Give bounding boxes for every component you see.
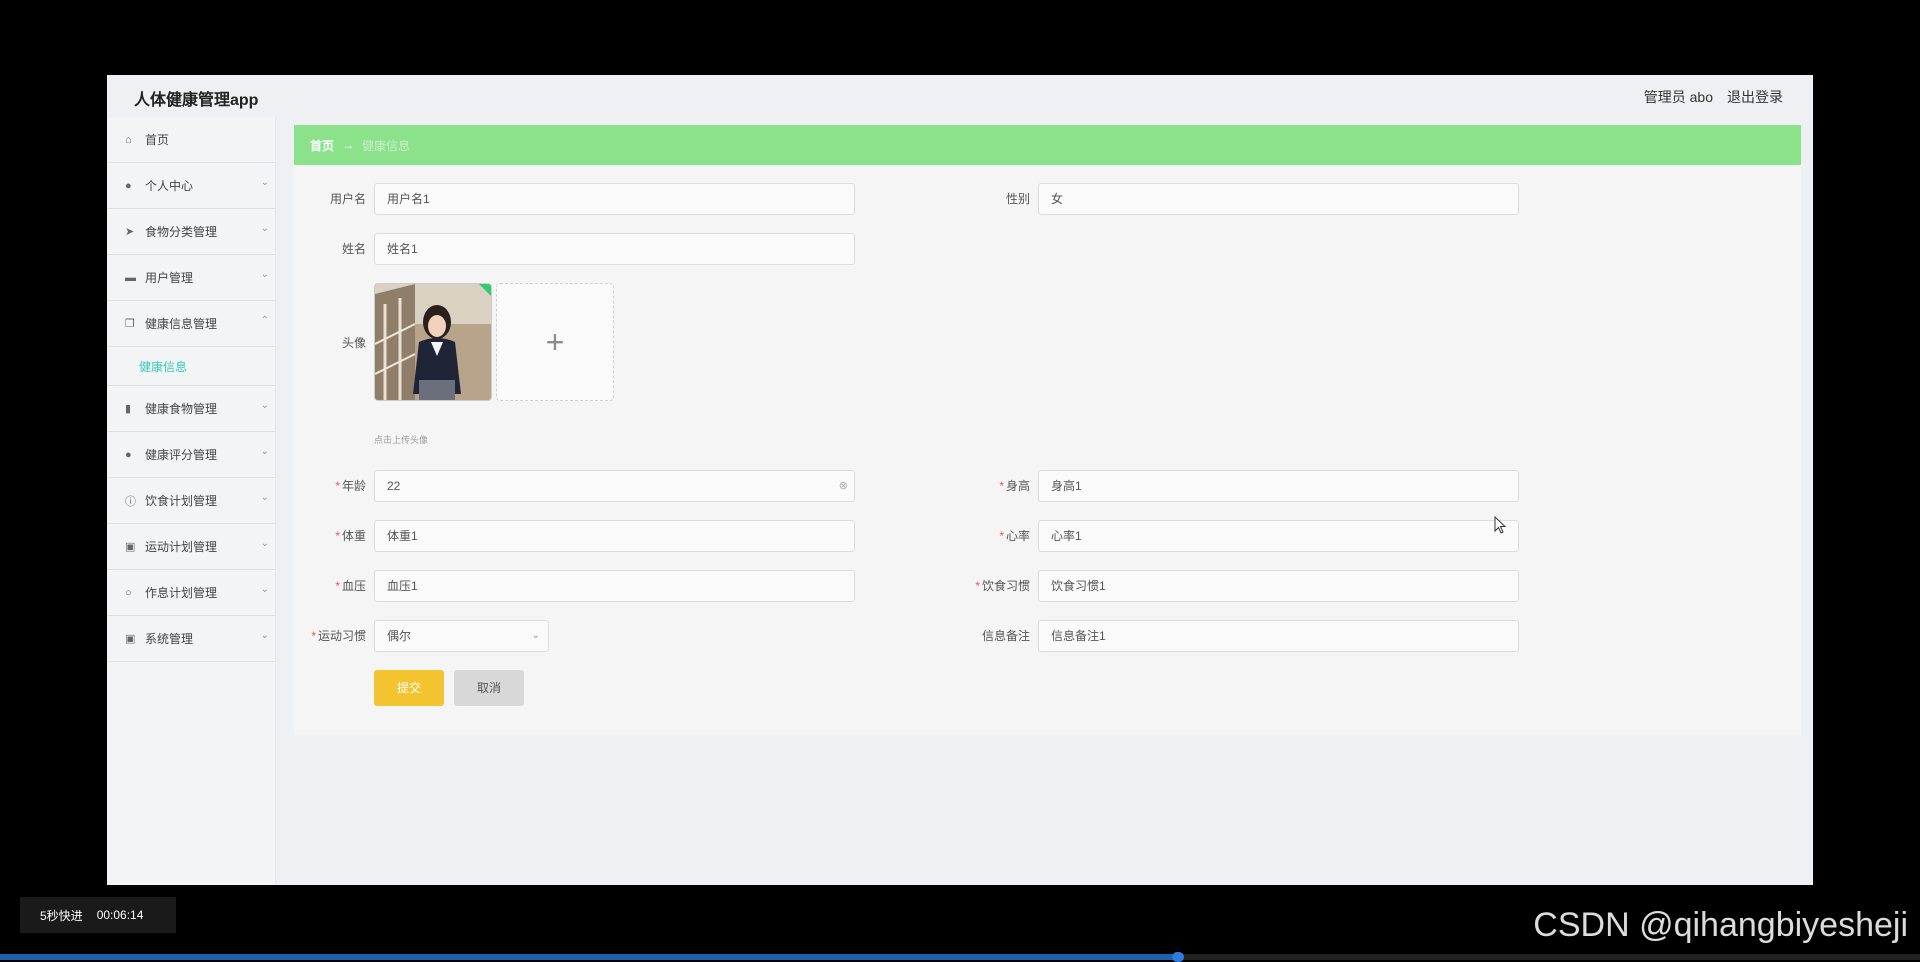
sidebar-item-system[interactable]: ▣ 系统管理 ⌄ (107, 616, 275, 662)
user-icon: ● (125, 179, 132, 192)
copy-icon: ❐ (125, 318, 135, 330)
name-label: 姓名 (341, 242, 366, 256)
sidebar-item-label: 健康评分管理 (145, 448, 218, 462)
username-field[interactable]: 用户名1 (374, 183, 855, 215)
upload-hint: 点击上传头像 (374, 435, 429, 445)
sidebar-item-healthy-food[interactable]: ▮ 健康食物管理 ⌄ (107, 386, 275, 432)
sidebar-item-label: 健康食物管理 (145, 402, 218, 416)
sidebar-item-health-score[interactable]: ● 健康评分管理 ⌄ (107, 432, 275, 478)
logout-link[interactable]: 退出登录 (1727, 87, 1783, 107)
sidebar-item-diet-plan[interactable]: ⓘ 饮食计划管理 ⌄ (107, 478, 275, 524)
username-label: 用户名 (329, 192, 366, 206)
avatar-upload-button[interactable]: + (496, 283, 614, 401)
diet-field[interactable]: 饮食习惯1 (1038, 570, 1519, 602)
sidebar-item-label: 作息计划管理 (145, 586, 218, 600)
video-controls: 5秒快进 00:06:14 (20, 897, 176, 933)
chevron-down-icon: ⌄ (260, 177, 269, 188)
breadcrumb-home[interactable]: 首页 (310, 137, 334, 154)
top-bar: 人体健康管理app 管理员 abo 退出登录 (107, 75, 1813, 117)
heartrate-field[interactable]: 心率1 (1038, 520, 1519, 552)
bar-chart-icon: ▮ (125, 403, 132, 415)
info-icon: ⓘ (125, 495, 136, 508)
circle-icon: ○ (125, 586, 132, 599)
chevron-down-icon: ⌄ (260, 630, 269, 641)
sidebar-subitem-health-info[interactable]: 健康信息 (107, 347, 275, 386)
cancel-button[interactable]: 取消 (454, 670, 524, 706)
breadcrumb-separator: → (342, 138, 355, 152)
exercise-label: * 运动习惯 (311, 629, 366, 643)
height-field[interactable]: 身高1 (1038, 470, 1519, 502)
chevron-down-icon: ⌄ (531, 630, 540, 641)
submit-button[interactable]: 提交 (374, 670, 444, 706)
sidebar-item-food-category[interactable]: ➤ 食物分类管理 ⌄ (107, 209, 275, 255)
clipboard-icon: ▣ (125, 541, 136, 553)
chevron-down-icon: ⌄ (260, 446, 269, 457)
sidebar-item-users[interactable]: ▬ 用户管理 ⌄ (107, 255, 275, 301)
plus-icon: + (545, 323, 565, 360)
sidebar-item-label: 用户管理 (145, 271, 194, 285)
app-window: 人体健康管理app 管理员 abo 退出登录 ⌂ 首页 ● 个人中心 ⌄ ➤ 食… (107, 75, 1813, 885)
briefcase-icon: ▬ (125, 271, 136, 284)
chevron-down-icon: ⌄ (260, 269, 269, 280)
app-title: 人体健康管理app (134, 92, 259, 109)
playback-time: 00:06:14 (96, 908, 144, 922)
sidebar-item-home[interactable]: ⌂ 首页 (107, 117, 275, 163)
breadcrumb-current: 健康信息 (362, 138, 411, 153)
height-label: * 身高 (999, 479, 1030, 493)
gender-field[interactable]: 女 (1038, 183, 1519, 215)
chevron-down-icon: ⌄ (260, 584, 269, 595)
sidebar-item-label: 个人中心 (145, 179, 194, 193)
chevron-down-icon: ⌄ (260, 538, 269, 549)
name-field[interactable]: 姓名1 (374, 233, 855, 265)
age-label: * 年龄 (335, 479, 366, 493)
video-progress-bar[interactable] (0, 952, 1920, 962)
sidebar-item-label: 首页 (145, 133, 170, 147)
sidebar-item-label: 运动计划管理 (145, 540, 218, 554)
sidebar-item-label: 食物分类管理 (145, 225, 218, 239)
skip-forward-button[interactable]: 5秒快进 (40, 907, 83, 924)
progress-fill (0, 954, 1178, 960)
chevron-down-icon: ⌄ (260, 223, 269, 234)
watermark: CSDN @qihangbiyesheji (1533, 906, 1908, 944)
sidebar-item-label: 健康信息管理 (145, 317, 218, 331)
age-field[interactable]: 22 ⊗ (374, 470, 855, 502)
avatar-photo (375, 284, 491, 400)
send-icon: ➤ (125, 226, 135, 238)
exercise-select[interactable]: 偶尔 ⌄ (374, 620, 549, 652)
home-icon: ⌂ (125, 133, 132, 146)
blood-pressure-label: * 血压 (335, 579, 366, 593)
sidebar-item-label: 系统管理 (145, 632, 194, 646)
gender-label: 性别 (1005, 192, 1030, 206)
sidebar-item-rest-plan[interactable]: ○ 作息计划管理 ⌄ (107, 570, 275, 616)
clear-icon[interactable]: ⊗ (839, 471, 848, 501)
progress-handle[interactable] (1172, 952, 1184, 962)
main-content: 首页 → 健康信息 用户名 用户名1 性别 女 姓名 姓名1 头像 + 点击上传… (294, 125, 1801, 735)
heartrate-label: * 心率 (999, 529, 1030, 543)
weight-label: * 体重 (335, 529, 366, 543)
chevron-down-icon: ⌄ (260, 492, 269, 503)
note-field[interactable]: 信息备注1 (1038, 620, 1519, 652)
chevron-down-icon: ⌄ (260, 400, 269, 411)
chevron-up-icon: ⌃ (260, 315, 269, 326)
avatar-image[interactable] (374, 283, 492, 401)
sidebar-item-personal-center[interactable]: ● 个人中心 ⌄ (107, 163, 275, 209)
sidebar-item-exercise-plan[interactable]: ▣ 运动计划管理 ⌄ (107, 524, 275, 570)
breadcrumb: 首页 → 健康信息 (294, 125, 1801, 165)
sidebar: ⌂ 首页 ● 个人中心 ⌄ ➤ 食物分类管理 ⌄ ▬ 用户管理 ⌄ ❐ 健康信息… (107, 117, 276, 885)
diet-label: * 饮食习惯 (975, 579, 1030, 593)
clipboard-icon: ▣ (125, 633, 136, 645)
weight-field[interactable]: 体重1 (374, 520, 855, 552)
avatar-label: 头像 (341, 336, 366, 350)
user-icon: ● (125, 448, 132, 461)
blood-pressure-field[interactable]: 血压1 (374, 570, 855, 602)
mouse-cursor-icon (1494, 516, 1507, 534)
sidebar-item-label: 饮食计划管理 (145, 494, 218, 508)
note-label: 信息备注 (981, 629, 1030, 643)
admin-name: 管理员 abo (1643, 89, 1713, 105)
sidebar-item-health-info[interactable]: ❐ 健康信息管理 ⌃ (107, 301, 275, 347)
